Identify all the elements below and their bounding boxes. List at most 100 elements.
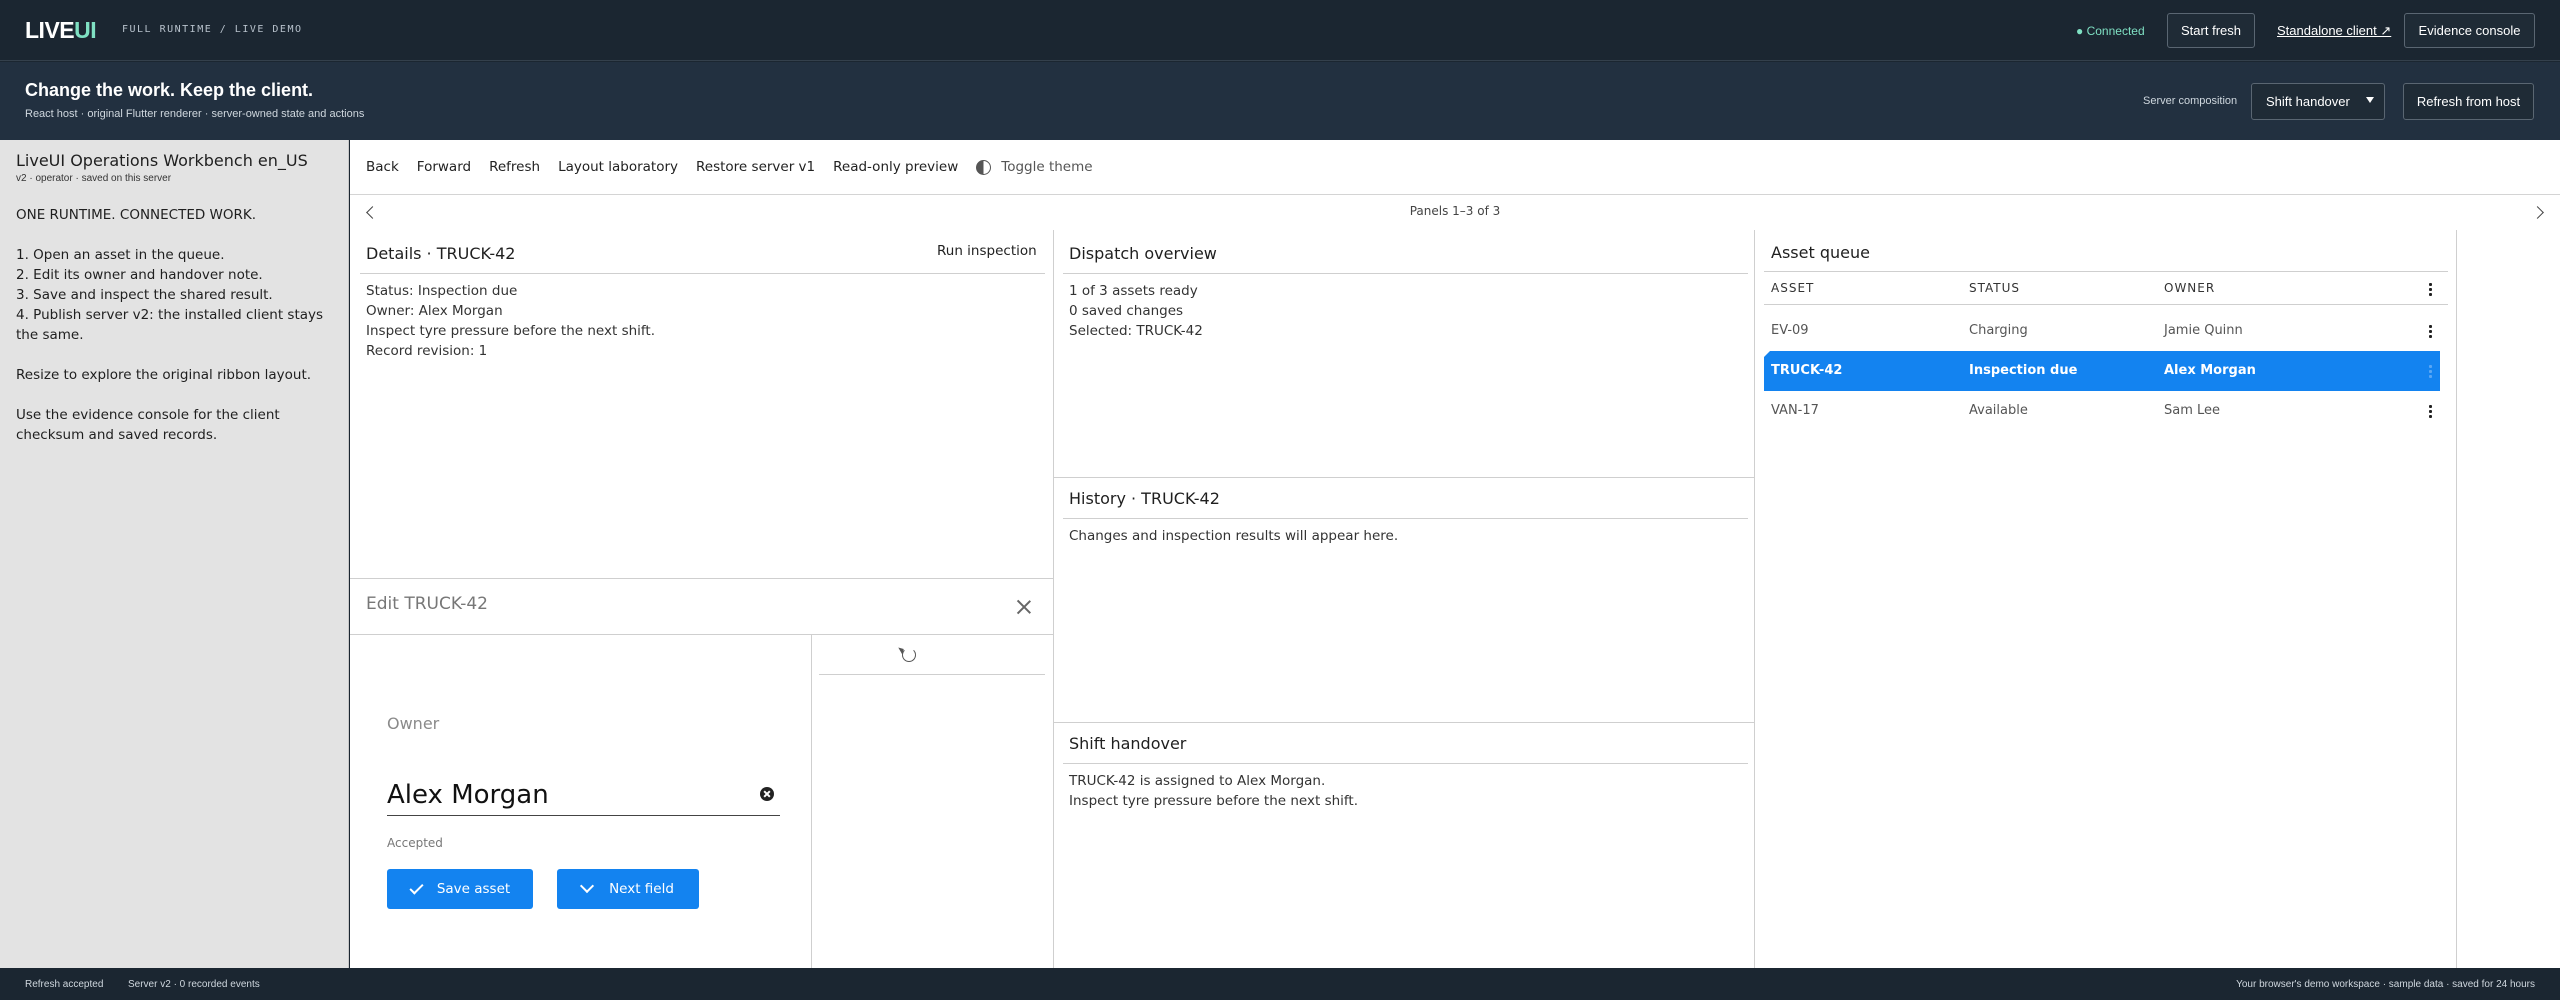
panel-divider [1054, 722, 1754, 723]
row-menu-icon[interactable] [2429, 364, 2432, 379]
next-field-button[interactable]: Next field [557, 869, 699, 909]
back-button[interactable]: Back [366, 159, 399, 175]
sidebar-heading: ONE RUNTIME. CONNECTED WORK. [16, 207, 257, 223]
restore-server-button[interactable]: Restore server v1 [696, 159, 815, 175]
dispatch-title: Dispatch overview [1069, 244, 1217, 263]
panel-divider [1054, 477, 1754, 478]
clear-icon[interactable] [760, 787, 774, 801]
server-composition-label: Server composition [2143, 95, 2238, 107]
panel-divider [1764, 271, 2448, 272]
page-title: Change the work. Keep the client. [25, 80, 314, 100]
status-server: Server v2 · 0 recorded events [128, 979, 260, 990]
panel-divider [1063, 763, 1748, 764]
runtime-label: FULL RUNTIME / LIVE DEMO [122, 24, 303, 35]
top-bar: LIVEUI FULL RUNTIME / LIVE DEMO ● Connec… [0, 0, 2560, 61]
details-title: Details · TRUCK-42 [366, 244, 516, 263]
status-workspace: Your browser's demo workspace · sample d… [2236, 979, 2535, 990]
owner-cell: Sam Lee [2164, 403, 2221, 418]
close-icon[interactable] [1015, 598, 1033, 616]
dispatch-body: 1 of 3 assets ready 0 saved changes Sele… [1069, 281, 1203, 341]
console-note: Use the evidence console for the client … [16, 407, 280, 443]
status-cell: Available [1969, 403, 2028, 418]
panel-divider [350, 578, 1053, 579]
details-note: Inspect tyre pressure before the next sh… [366, 323, 656, 339]
details-status: Status: Inspection due [366, 283, 518, 299]
layout-laboratory-button[interactable]: Layout laboratory [558, 159, 678, 175]
owner-input[interactable]: Alex Morgan [387, 780, 780, 816]
sidebar: LiveUI Operations Workbench en_US v2 · o… [0, 140, 349, 968]
panel-divider [360, 273, 1045, 274]
toggle-theme-button[interactable]: Toggle theme [976, 159, 1093, 175]
step-item: 1. Open an asset in the queue. [16, 247, 225, 263]
owner-cell: Alex Morgan [2164, 363, 2256, 378]
panel-divider [350, 634, 1053, 635]
row-menu-icon[interactable] [2429, 324, 2432, 339]
details-body: Status: Inspection due Owner: Alex Morga… [366, 281, 655, 361]
column-divider [1754, 230, 1755, 968]
toggle-theme-label: Toggle theme [1001, 159, 1093, 175]
save-asset-label: Save asset [436, 881, 511, 897]
standalone-client-link[interactable]: Standalone client ↗ [2277, 23, 2391, 39]
panel-divider [1063, 273, 1748, 274]
workbench-main: Back Forward Refresh Layout laboratory R… [350, 140, 2560, 968]
history-title: History · TRUCK-42 [1069, 489, 1220, 508]
handover-line: TRUCK-42 is assigned to Alex Morgan. [1069, 773, 1326, 789]
row-menu-icon[interactable] [2429, 404, 2432, 419]
workbench-title: LiveUI Operations Workbench en_US [16, 151, 308, 170]
panel-divider [819, 674, 1045, 675]
owner-field-label: Owner [387, 714, 440, 733]
check-icon [409, 879, 424, 895]
next-field-label: Next field [609, 881, 674, 897]
reset-icon[interactable] [902, 648, 916, 662]
column-divider [1053, 230, 1054, 968]
column-header-owner[interactable]: OWNER [2164, 281, 2215, 295]
column-menu-icon[interactable] [2429, 282, 2432, 297]
sidebar-instructions: ONE RUNTIME. CONNECTED WORK. 1. Open an … [16, 205, 336, 465]
toolbar: Back Forward Refresh Layout laboratory R… [350, 140, 2560, 195]
table-row-selected[interactable]: TRUCK-42 Inspection due Alex Morgan [1764, 351, 2440, 391]
handover-line: Inspect tyre pressure before the next sh… [1069, 793, 1359, 809]
owner-helper-text: Accepted [387, 836, 443, 850]
selection-marker [1764, 351, 1770, 357]
step-item: 4. Publish server v2: the installed clie… [16, 307, 324, 343]
dispatch-ready: 1 of 3 assets ready [1069, 283, 1198, 299]
asset-cell: VAN-17 [1771, 403, 1819, 418]
page-description: React host · original Flutter renderer ·… [25, 108, 365, 120]
run-inspection-button[interactable]: Run inspection [937, 243, 1037, 259]
status-cell: Inspection due [1969, 363, 2078, 378]
table-row[interactable]: EV-09 Charging Jamie Quinn [1764, 311, 2440, 351]
panel-divider [1063, 518, 1748, 519]
handover-title: Shift handover [1069, 734, 1187, 753]
column-header-status[interactable]: STATUS [1969, 281, 2020, 295]
step-item: 3. Save and inspect the shared result. [16, 287, 273, 303]
history-empty: Changes and inspection results will appe… [1069, 528, 1399, 544]
refresh-button[interactable]: Refresh [489, 159, 540, 175]
edit-panel-title: Edit TRUCK-42 [366, 594, 488, 614]
status-cell: Charging [1969, 323, 2028, 338]
handover-body: TRUCK-42 is assigned to Alex Morgan. Ins… [1069, 771, 1358, 811]
refresh-from-host-button[interactable]: Refresh from host [2403, 83, 2534, 120]
asset-cell: EV-09 [1771, 323, 1809, 338]
asset-cell: TRUCK-42 [1771, 363, 1843, 378]
resize-note: Resize to explore the original ribbon la… [16, 367, 312, 383]
panel-pager: Panels 1–3 of 3 [350, 196, 2560, 226]
forward-button[interactable]: Forward [417, 159, 471, 175]
table-row[interactable]: VAN-17 Available Sam Lee [1764, 391, 2440, 431]
table-header-divider [1764, 304, 2448, 305]
liveui-logo: LIVEUI [25, 17, 97, 43]
steps-list: 1. Open an asset in the queue. 2. Edit i… [16, 245, 336, 345]
start-fresh-button[interactable]: Start fresh [2167, 13, 2255, 48]
chevron-down-icon [2366, 97, 2374, 103]
edit-divider [811, 635, 812, 968]
workbench-subtitle: v2 · operator · saved on this server [16, 173, 172, 184]
connection-status: ● Connected [2076, 24, 2145, 38]
readonly-preview-button[interactable]: Read-only preview [833, 159, 958, 175]
details-revision: Record revision: 1 [366, 343, 488, 359]
save-asset-button[interactable]: Save asset [387, 869, 533, 909]
contrast-icon [976, 159, 992, 175]
pager-label: Panels 1–3 of 3 [1409, 204, 1501, 218]
column-header-asset[interactable]: ASSET [1771, 281, 1814, 295]
evidence-console-button[interactable]: Evidence console [2404, 13, 2535, 48]
chevron-down-icon [579, 878, 595, 894]
server-composition-select[interactable]: Shift handover [2251, 83, 2385, 120]
